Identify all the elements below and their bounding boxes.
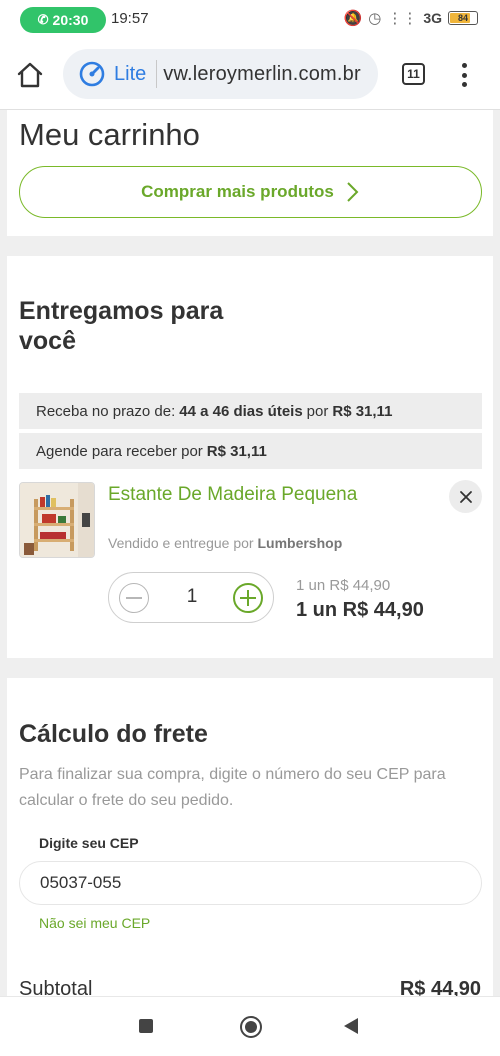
chevron-right-icon xyxy=(347,182,359,202)
delivery-title: Entregamos para você xyxy=(19,297,224,355)
delivery-standard-prefix: Receba no prazo de: xyxy=(36,402,176,420)
status-bar: ✆ 20:30 19:57 🔕 ◷ ⋮⋮ 3G 84 xyxy=(0,0,500,40)
status-icons: 🔕 ◷ ⋮⋮ 3G 84 xyxy=(344,9,478,27)
shipping-title: Cálculo do frete xyxy=(19,720,208,748)
quantity-stepper: 1 xyxy=(108,572,274,623)
call-duration: 20:30 xyxy=(52,12,89,28)
speedometer-icon xyxy=(79,61,105,87)
quantity-value[interactable]: 1 xyxy=(164,586,220,608)
lite-mode-label: Lite xyxy=(114,62,147,85)
network-type: 3G xyxy=(423,10,442,26)
product-image[interactable] xyxy=(19,482,95,558)
cep-field-label: Digite seu CEP xyxy=(39,835,139,851)
increase-quantity-button[interactable] xyxy=(233,583,263,613)
delivery-option-standard[interactable]: Receba no prazo de: 44 a 46 dias úteis p… xyxy=(19,393,482,429)
ongoing-call-pill[interactable]: ✆ 20:30 xyxy=(20,7,106,33)
url-divider xyxy=(156,60,158,88)
battery-level: 84 xyxy=(457,13,468,23)
shipping-description: Para finalizar sua compra, digite o núme… xyxy=(19,766,446,809)
browser-toolbar: Lite vw.leroymerlin.com.br 11 xyxy=(0,40,500,110)
delivery-scheduled-prefix: Agende para receber por xyxy=(36,442,203,460)
remove-item-button[interactable] xyxy=(449,480,482,513)
home-icon[interactable] xyxy=(15,60,45,90)
delivery-standard-price: R$ 31,11 xyxy=(332,402,393,420)
seller-prefix: Vendido e entregue por xyxy=(108,535,254,551)
delivery-days: 44 a 46 dias úteis xyxy=(179,402,303,420)
seller-name: Lumbershop xyxy=(257,535,343,551)
shipping-card: Cálculo do frete Para finalizar sua comp… xyxy=(7,678,493,1008)
cep-input[interactable] xyxy=(19,861,482,905)
unit-price: 1 un R$ 44,90 xyxy=(296,577,391,594)
notifications-off-icon: 🔕 xyxy=(343,10,363,27)
close-icon xyxy=(459,490,472,503)
unknown-cep-link[interactable]: Não sei meu CEP xyxy=(39,915,150,931)
product-name-link[interactable]: Estante De Madeira Pequena xyxy=(108,484,357,506)
more-vertical-icon[interactable] xyxy=(456,60,472,90)
back-icon[interactable] xyxy=(344,1018,358,1034)
cart-header-card: Meu carrinho Comprar mais produtos xyxy=(7,110,493,236)
item-total-price: 1 un R$ 44,90 xyxy=(296,599,424,621)
address-bar[interactable]: Lite vw.leroymerlin.com.br xyxy=(63,49,378,99)
delivery-scheduled-price: R$ 31,11 xyxy=(206,442,267,460)
decrease-quantity-button[interactable] xyxy=(119,583,149,613)
page-title: Meu carrinho xyxy=(19,117,200,152)
recent-apps-icon[interactable] xyxy=(139,1019,153,1033)
home-button-icon[interactable] xyxy=(240,1016,262,1038)
buy-more-label: Comprar mais produtos xyxy=(141,182,334,201)
delivery-card: Entregamos para você Receba no prazo de:… xyxy=(7,256,493,658)
tab-switcher-button[interactable]: 11 xyxy=(402,63,425,85)
signal-icon: ⋮⋮ xyxy=(387,10,418,27)
seller-info: Vendido e entregue por Lumbershop xyxy=(108,535,342,551)
delivery-option-scheduled[interactable]: Agende para receber por R$ 31,11 xyxy=(19,433,482,469)
status-clock: 19:57 xyxy=(111,10,149,27)
alarm-icon: ◷ xyxy=(368,10,382,27)
phone-icon: ✆ xyxy=(37,12,49,27)
url-text[interactable]: vw.leroymerlin.com.br xyxy=(163,63,361,86)
buy-more-products-button[interactable]: Comprar mais produtos xyxy=(19,166,482,218)
delivery-standard-mid: por xyxy=(306,402,329,420)
battery-icon: 84 xyxy=(448,11,478,25)
system-navigation-bar xyxy=(0,996,500,1056)
